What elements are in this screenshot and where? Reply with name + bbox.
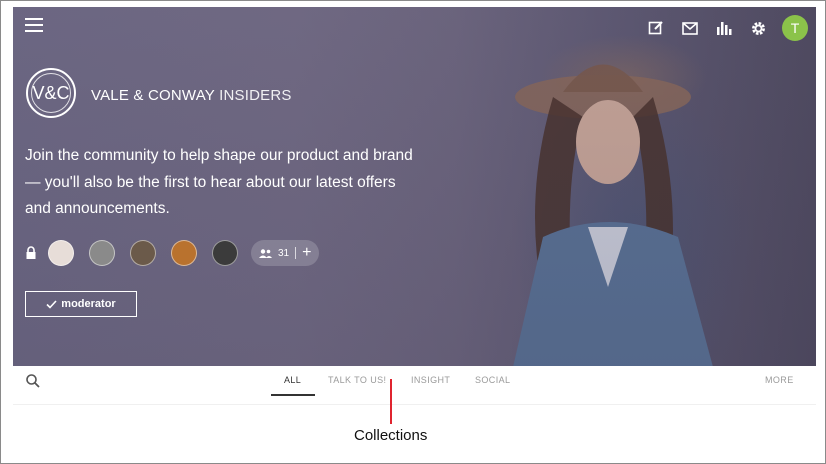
callout-line [390,379,392,424]
member-row: 31 + [25,240,320,266]
tab-talk-to-us[interactable]: TALK TO US! [328,375,386,385]
member-avatar[interactable] [48,240,74,266]
brand-name: VALE & CONWAY [91,87,215,104]
bar-chart-icon[interactable] [714,18,734,38]
people-icon [259,248,272,258]
callout-label: Collections [354,427,428,444]
tab-more[interactable]: MORE [765,375,794,385]
search-icon[interactable] [25,373,41,389]
check-icon [46,299,57,309]
member-count: 31 [278,247,290,259]
header-actions: T [646,15,808,41]
hero-photo [513,64,713,366]
brand-suffix: INSIDERS [219,87,292,104]
tab-social[interactable]: SOCIAL [475,375,510,385]
logo-ring [31,73,71,113]
community-hero: T V&C VALE & CONWAY INSIDERS Join the co… [13,7,816,366]
community-description: Join the community to help shape our pro… [25,147,413,217]
member-avatar[interactable] [89,240,115,266]
member-count-pill[interactable]: 31 + [251,240,320,266]
menu-icon[interactable] [25,17,45,33]
pill-divider [295,247,297,259]
mail-icon[interactable] [680,18,700,38]
member-avatar[interactable] [130,240,156,266]
tab-insight[interactable]: INSIGHT [411,375,450,385]
brand-logo: V&C [26,68,76,118]
tab-all[interactable]: ALL [284,375,301,385]
member-avatar[interactable] [212,240,238,266]
active-tab-indicator [271,394,315,396]
moderator-button[interactable]: moderator [25,291,137,317]
lock-icon [26,246,36,259]
member-avatar[interactable] [171,240,197,266]
add-member-icon[interactable]: + [302,245,311,261]
community-title: VALE & CONWAY INSIDERS [91,87,292,104]
collections-tab-bar: ALL TALK TO US! INSIGHT SOCIAL MORE [13,366,816,405]
edit-icon[interactable] [646,18,666,38]
user-avatar[interactable]: T [782,15,808,41]
gear-icon[interactable] [748,18,768,38]
moderator-label: moderator [61,298,116,310]
